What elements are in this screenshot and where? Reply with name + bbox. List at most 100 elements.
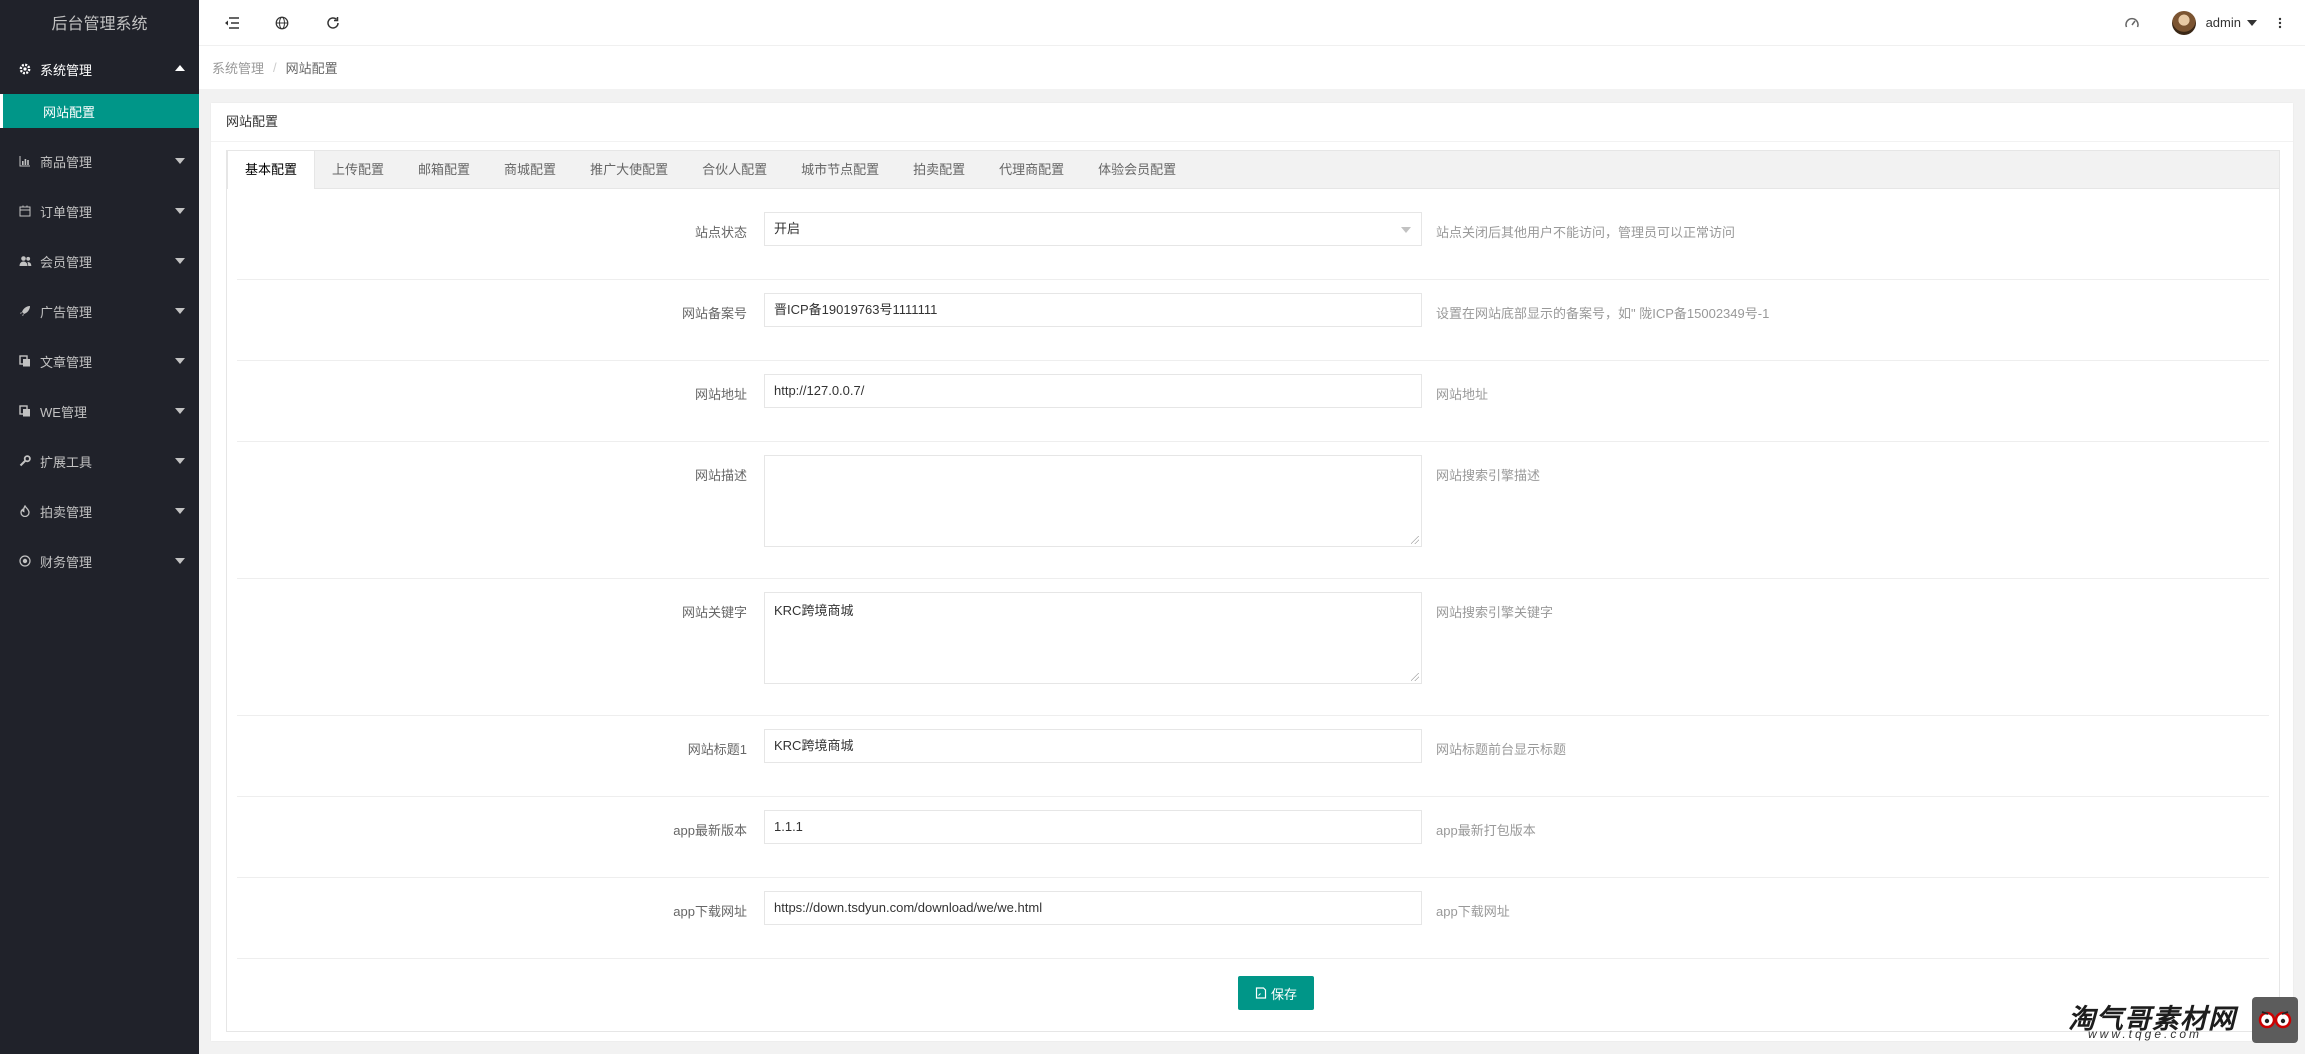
chevron-down-icon (175, 408, 185, 414)
chevron-down-icon (175, 358, 185, 364)
sidebar-item-goods[interactable]: 商品管理 (0, 136, 199, 186)
users-icon (18, 254, 32, 268)
avatar (2171, 10, 2196, 35)
description-textarea[interactable] (764, 455, 1422, 547)
chevron-down-icon (175, 258, 185, 264)
tab-trial-member[interactable]: 体验会员配置 (1081, 151, 1193, 188)
copy-icon (18, 404, 32, 418)
breadcrumb-current: 网站配置 (285, 61, 338, 76)
breadcrumb: 系统管理 / 网站配置 (199, 46, 2305, 89)
textarea-value: KRC跨境商城 (774, 603, 854, 618)
icp-input[interactable]: 晋ICP备19019763号1111111 (764, 293, 1422, 327)
chevron-up-icon (175, 65, 185, 71)
sidebar-item-ads[interactable]: 广告管理 (0, 286, 199, 336)
username: admin (2205, 15, 2241, 30)
tab-upload[interactable]: 上传配置 (315, 151, 401, 188)
fire-icon (18, 504, 32, 518)
calendar-icon (18, 204, 32, 218)
keywords-textarea[interactable]: KRC跨境商城 (764, 592, 1422, 684)
select-value: 开启 (774, 221, 801, 236)
sidebar: 后台管理系统 系统管理 网站配置 商品管理 订单管理 会员管理 广告管理 文章管… (0, 0, 199, 1054)
form-row-description: 网站描述 网站搜索引擎描述 (237, 442, 2269, 579)
copy-icon (18, 354, 32, 368)
chevron-down-icon (175, 458, 185, 464)
shrink-menu-icon[interactable] (212, 0, 252, 45)
field-label: 网站关键字 (681, 605, 747, 620)
sidebar-item-we[interactable]: WE管理 (0, 386, 199, 436)
form-actions: 保存 (237, 959, 2269, 1029)
sidebar-item-system[interactable]: 系统管理 (0, 44, 199, 94)
field-label: app下载网址 (673, 904, 747, 919)
field-hint: 网站搜索引擎描述 (1436, 468, 1541, 483)
chevron-down-icon (1401, 227, 1411, 233)
field-label: 网站备案号 (681, 306, 747, 321)
tab-basic[interactable]: 基本配置 (227, 151, 316, 189)
field-label: 网站描述 (694, 468, 747, 483)
resize-grip-icon[interactable] (1411, 673, 1419, 681)
tab-mall[interactable]: 商城配置 (487, 151, 573, 188)
app-title: 后台管理系统 (51, 16, 148, 33)
sidebar-item-label: WE管理 (40, 404, 87, 420)
field-label: app最新版本 (673, 823, 747, 838)
field-hint: 站点关闭后其他用户不能访问，管理员可以正常访问 (1436, 225, 1736, 240)
globe-icon[interactable] (262, 0, 302, 45)
sidebar-item-label: 会员管理 (40, 254, 93, 270)
sidebar-item-label: 广告管理 (40, 304, 93, 320)
theme-icon[interactable] (2112, 0, 2152, 45)
breadcrumb-separator: / (273, 60, 277, 75)
card-title: 网站配置 (211, 103, 2293, 142)
breadcrumb-parent[interactable]: 系统管理 (212, 58, 264, 77)
app-version-input[interactable]: 1.1.1 (764, 810, 1422, 844)
chevron-down-icon (175, 208, 185, 214)
sidebar-item-label: 扩展工具 (40, 454, 93, 470)
config-card: 网站配置 基本配置 上传配置 邮箱配置 商城配置 推广大使配置 合伙人配置 城市… (211, 103, 2293, 1041)
sidebar-subitem-site-config[interactable]: 网站配置 (0, 94, 199, 128)
sidebar-item-finance[interactable]: 财务管理 (0, 536, 199, 586)
field-label: 网站地址 (694, 387, 747, 402)
chevron-down-icon (175, 308, 185, 314)
sidebar-item-articles[interactable]: 文章管理 (0, 336, 199, 386)
config-tabs: 基本配置 上传配置 邮箱配置 商城配置 推广大使配置 合伙人配置 城市节点配置 … (226, 150, 2280, 1032)
form-row-site-status: 站点状态 开启 站点关闭后其他用户不能访问，管理员可以正常访问 (237, 199, 2269, 280)
tab-auction[interactable]: 拍卖配置 (896, 151, 982, 188)
refresh-icon[interactable] (313, 0, 353, 45)
gear-icon (18, 62, 32, 76)
form-row-url: 网站地址 http://127.0.0.7/ 网站地址 (237, 361, 2269, 442)
rocket-icon (18, 304, 32, 318)
form-row-title1: 网站标题1 KRC跨境商城 网站标题前台显示标题 (237, 716, 2269, 797)
sidebar-item-label: 财务管理 (40, 554, 93, 570)
sidebar-item-label: 系统管理 (40, 62, 93, 78)
tab-ambassador[interactable]: 推广大使配置 (573, 151, 685, 188)
field-label: 站点状态 (694, 225, 747, 240)
sidebar-item-auction[interactable]: 拍卖管理 (0, 486, 199, 536)
form-row-app-version: app最新版本 1.1.1 app最新打包版本 (237, 797, 2269, 878)
watermark: 淘气哥素材网 www.tqge.com (2068, 997, 2298, 1043)
field-hint: app最新打包版本 (1436, 823, 1536, 838)
more-icon[interactable] (2260, 0, 2300, 45)
user-menu[interactable]: admin (2171, 0, 2257, 45)
tab-email[interactable]: 邮箱配置 (401, 151, 487, 188)
site-title-input[interactable]: KRC跨境商城 (764, 729, 1422, 763)
tab-city-node[interactable]: 城市节点配置 (784, 151, 896, 188)
watermark-url: www.tqge.com (2088, 1027, 2203, 1041)
sidebar-item-members[interactable]: 会员管理 (0, 236, 199, 286)
sidebar-item-orders[interactable]: 订单管理 (0, 186, 199, 236)
sidebar-item-label: 拍卖管理 (40, 504, 93, 520)
chevron-down-icon (175, 508, 185, 514)
sidebar-item-tools[interactable]: 扩展工具 (0, 436, 199, 486)
field-hint: 网站搜索引擎关键字 (1436, 605, 1554, 620)
save-button[interactable]: 保存 (1238, 976, 1314, 1010)
resize-grip-icon[interactable] (1411, 536, 1419, 544)
save-icon (1255, 987, 1267, 999)
tab-partner[interactable]: 合伙人配置 (685, 151, 784, 188)
form-row-keywords: 网站关键字 KRC跨境商城 网站搜索引擎关键字 (237, 579, 2269, 716)
wrench-icon (18, 454, 32, 468)
field-hint: 网站地址 (1436, 387, 1489, 402)
site-url-input[interactable]: http://127.0.0.7/ (764, 374, 1422, 408)
tab-agent[interactable]: 代理商配置 (982, 151, 1081, 188)
field-hint: 设置在网站底部显示的备案号，如" 陇ICP备15002349号-1 (1436, 306, 1770, 321)
app-download-input[interactable]: https://down.tsdyun.com/download/we/we.h… (764, 891, 1422, 925)
sidebar-item-label: 商品管理 (40, 154, 93, 170)
field-hint: 网站标题前台显示标题 (1436, 742, 1567, 757)
site-status-select[interactable]: 开启 (764, 212, 1422, 246)
